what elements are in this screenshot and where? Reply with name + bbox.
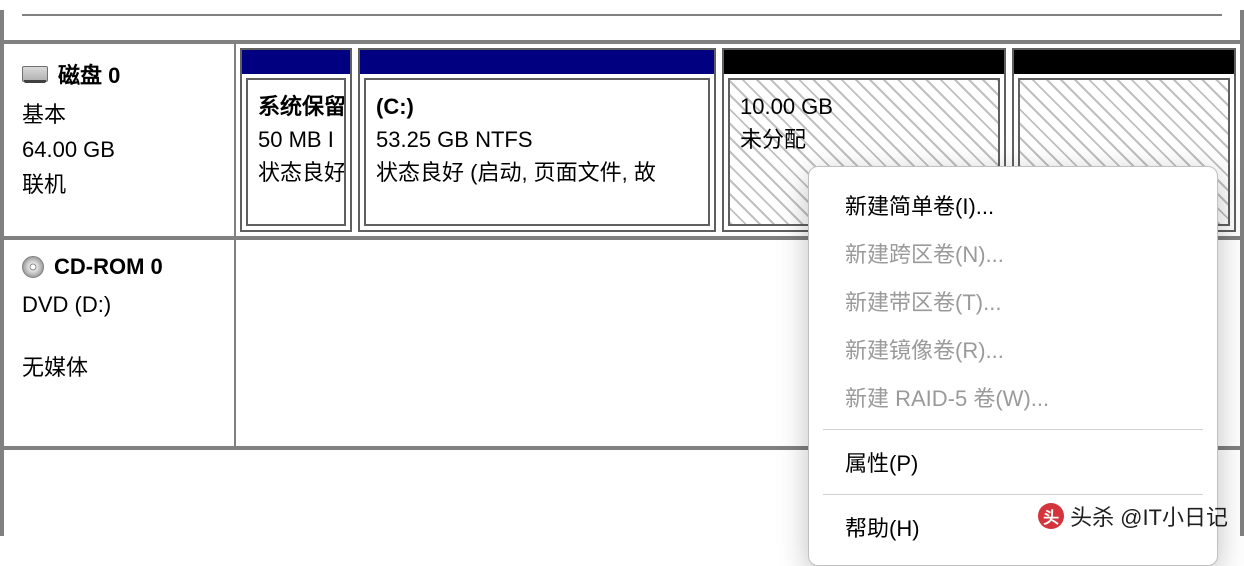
- partition-title: (C:): [376, 90, 698, 123]
- partition-size: 10.00 GB: [740, 90, 988, 123]
- menu-new-mirrored-volume: 新建镜像卷(R)...: [809, 325, 1217, 373]
- menu-properties[interactable]: 属性(P): [809, 438, 1217, 486]
- partition-header: [724, 50, 1004, 74]
- disk-type: DVD (D:): [22, 288, 222, 321]
- top-divider: [22, 10, 1222, 16]
- disk-status: 联机: [22, 168, 222, 201]
- disk-size: [22, 323, 222, 349]
- disk-status: 无媒体: [22, 351, 222, 384]
- hdd-icon: [22, 66, 48, 82]
- menu-separator: [823, 494, 1203, 495]
- disk-name: CD-ROM 0: [54, 254, 163, 280]
- partition-size: 50 MB I: [258, 123, 334, 156]
- partition-size: 53.25 GB NTFS: [376, 123, 698, 156]
- disk-size: 64.00 GB: [22, 133, 222, 166]
- watermark-prefix: 头杀: [1070, 500, 1114, 532]
- partition-header: [242, 50, 350, 74]
- cd-icon: [22, 256, 44, 278]
- menu-new-striped-volume: 新建带区卷(T)...: [809, 277, 1217, 325]
- watermark: 头 头杀 @IT小日记: [1038, 500, 1228, 532]
- partition-status: 未分配: [740, 123, 988, 156]
- watermark-logo-icon: 头: [1038, 503, 1064, 529]
- disk-info-panel[interactable]: 磁盘 0 基本 64.00 GB 联机: [4, 44, 236, 236]
- partition-header: [1014, 50, 1234, 74]
- menu-new-raid5-volume: 新建 RAID-5 卷(W)...: [809, 373, 1217, 421]
- disk-type: 基本: [22, 98, 222, 131]
- partition-system-reserved[interactable]: 系统保留 50 MB I 状态良好: [240, 48, 352, 232]
- menu-new-spanned-volume: 新建跨区卷(N)...: [809, 229, 1217, 277]
- disk-info-panel[interactable]: CD-ROM 0 DVD (D:) 无媒体: [4, 240, 236, 446]
- watermark-text: @IT小日记: [1120, 500, 1228, 532]
- disk-name: 磁盘 0: [58, 58, 120, 90]
- partition-status: 状态良好: [258, 156, 334, 189]
- menu-new-simple-volume[interactable]: 新建简单卷(I)...: [809, 181, 1217, 229]
- menu-separator: [823, 429, 1203, 430]
- partition-header: [360, 50, 714, 74]
- partition-c-drive[interactable]: (C:) 53.25 GB NTFS 状态良好 (启动, 页面文件, 故: [358, 48, 716, 232]
- partition-status: 状态良好 (启动, 页面文件, 故: [376, 156, 698, 189]
- partition-title: 系统保留: [258, 90, 334, 123]
